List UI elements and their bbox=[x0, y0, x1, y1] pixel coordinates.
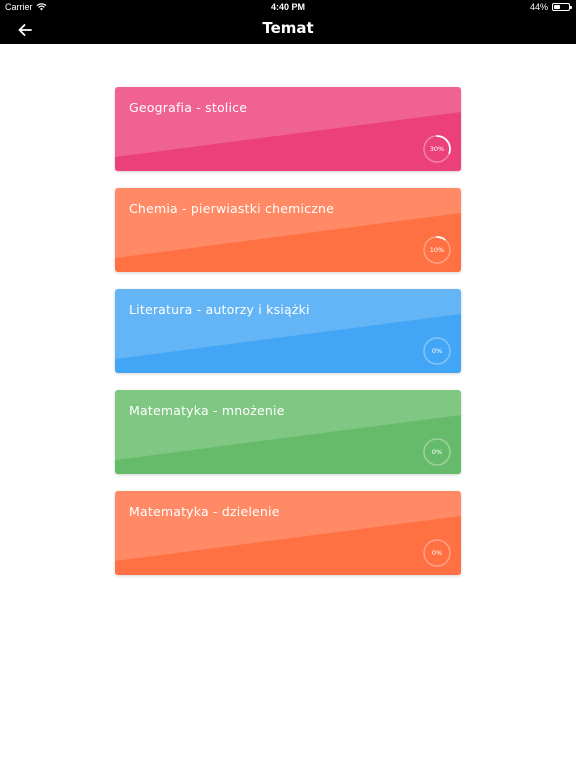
progress-label: 0% bbox=[431, 347, 443, 355]
topic-card[interactable]: Matematyka - dzielenie 0% bbox=[115, 491, 461, 575]
battery-percent: 44% bbox=[529, 2, 548, 12]
progress-label: 30% bbox=[429, 145, 445, 153]
battery-status: 44% bbox=[529, 2, 572, 12]
topic-title: Matematyka - dzielenie bbox=[129, 504, 280, 519]
navigation-bar: Temat bbox=[0, 15, 576, 44]
status-time: 4:40 PM bbox=[270, 2, 305, 12]
topic-card[interactable]: Matematyka - mnożenie 0% bbox=[115, 390, 461, 474]
progress-label: 10% bbox=[429, 246, 445, 254]
topic-list: Geografia - stolice 30% Chemia - pierwia… bbox=[115, 87, 461, 592]
status-bar: Carrier 4:40 PM 44% bbox=[0, 0, 576, 15]
topic-title: Matematyka - mnożenie bbox=[129, 403, 285, 418]
topic-card[interactable]: Literatura - autorzy i książki 0% bbox=[115, 289, 461, 373]
page-title: Temat bbox=[262, 19, 314, 37]
topic-card[interactable]: Chemia - pierwiastki chemiczne 10% bbox=[115, 188, 461, 272]
battery-icon bbox=[552, 3, 572, 11]
topic-card[interactable]: Geografia - stolice 30% bbox=[115, 87, 461, 171]
progress-label: 0% bbox=[431, 448, 443, 456]
progress-label: 0% bbox=[431, 549, 443, 557]
topic-title: Literatura - autorzy i książki bbox=[129, 302, 310, 317]
topic-title: Geografia - stolice bbox=[129, 100, 248, 115]
topic-title: Chemia - pierwiastki chemiczne bbox=[129, 201, 334, 216]
